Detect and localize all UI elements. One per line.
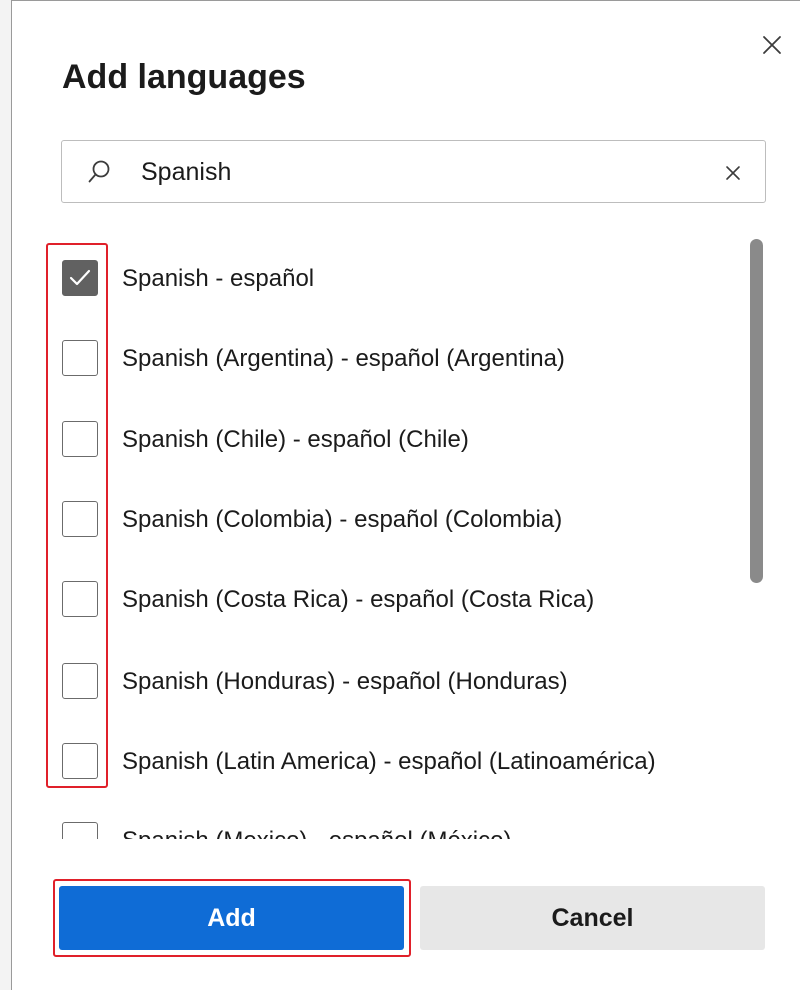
language-label: Spanish - español xyxy=(122,265,315,292)
language-option[interactable]: Spanish (Colombia) - español (Colombia) xyxy=(61,495,761,545)
add-button[interactable]: Add xyxy=(59,886,404,950)
cancel-button[interactable]: Cancel xyxy=(420,886,765,950)
language-option[interactable]: Spanish (Mexico) - español (México) xyxy=(61,816,761,839)
close-button[interactable] xyxy=(760,33,784,57)
language-list: Spanish - español Spanish (Argentina) - … xyxy=(61,236,766,839)
dialog-title: Add languages xyxy=(62,58,306,96)
language-label: Spanish (Honduras) - español (Honduras) xyxy=(122,668,568,695)
language-option[interactable]: Spanish (Latin America) - español (Latin… xyxy=(61,737,761,787)
search-input[interactable] xyxy=(141,155,701,189)
language-checkbox[interactable] xyxy=(62,822,98,839)
language-label: Spanish (Mexico) - español (México) xyxy=(122,826,511,839)
add-languages-dialog: Add languages Spanish - español Spanish … xyxy=(11,0,800,990)
language-checkbox[interactable] xyxy=(62,421,98,457)
checkmark-icon xyxy=(69,269,91,286)
language-checkbox[interactable] xyxy=(62,663,98,699)
language-label: Spanish (Latin America) - español (Latin… xyxy=(122,748,656,775)
language-checkbox[interactable] xyxy=(62,581,98,617)
language-label: Spanish (Costa Rica) - español (Costa Ri… xyxy=(122,586,595,613)
clear-icon xyxy=(726,166,740,180)
close-icon xyxy=(763,36,781,54)
language-checkbox[interactable] xyxy=(62,501,98,537)
language-checkbox[interactable] xyxy=(62,340,98,376)
language-label: Spanish (Colombia) - español (Colombia) xyxy=(122,506,563,533)
clear-search-button[interactable] xyxy=(723,163,743,183)
language-option[interactable]: Spanish (Honduras) - español (Honduras) xyxy=(61,657,761,707)
language-label: Spanish (Chile) - español (Chile) xyxy=(122,426,469,453)
search-icon xyxy=(88,160,110,183)
language-option[interactable]: Spanish (Costa Rica) - español (Costa Ri… xyxy=(61,575,761,625)
language-option[interactable]: Spanish - español xyxy=(61,254,761,304)
language-label: Spanish (Argentina) - español (Argentina… xyxy=(122,345,565,372)
language-checkbox[interactable] xyxy=(62,260,98,296)
search-box[interactable] xyxy=(61,140,766,203)
language-option[interactable]: Spanish (Argentina) - español (Argentina… xyxy=(61,334,761,384)
language-option[interactable]: Spanish (Chile) - español (Chile) xyxy=(61,415,761,465)
list-scrollbar-thumb[interactable] xyxy=(750,239,763,583)
language-checkbox[interactable] xyxy=(62,743,98,779)
